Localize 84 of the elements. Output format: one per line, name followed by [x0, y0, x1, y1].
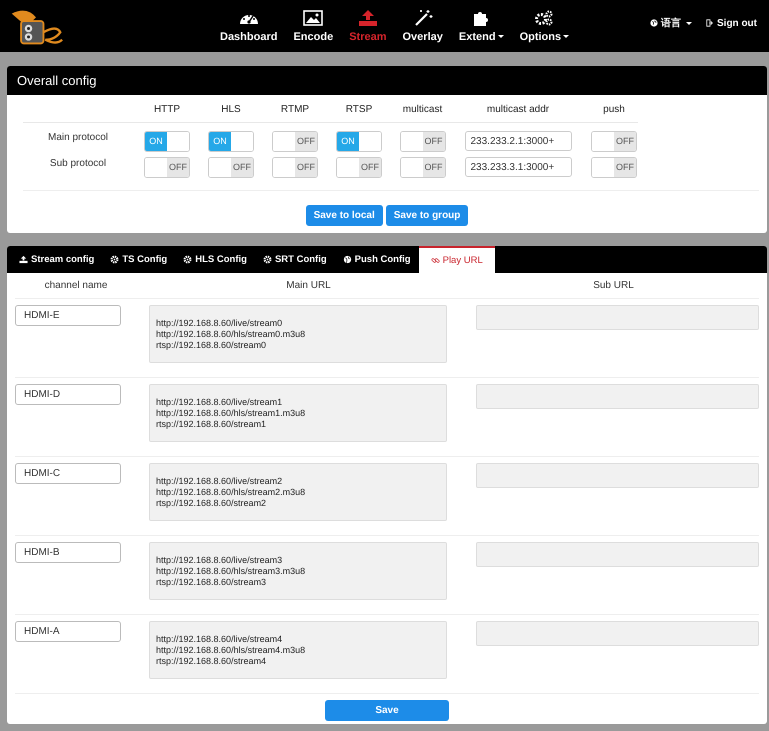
column-header: push — [602, 104, 626, 117]
sub-url-field[interactable] — [476, 305, 759, 330]
url-text: rtsp://192.168.8.60/stream0 — [156, 340, 268, 350]
url-text: http://192.168.8.60/hls/stream1.m3u8 — [156, 408, 306, 418]
tab[interactable]: Push Config — [334, 246, 419, 273]
url-text: rtsp://192.168.8.60/stream4 — [156, 656, 268, 666]
toggle-switch[interactable]: OFF — [336, 156, 382, 178]
multicast-address-field[interactable]: 233.233.2.1:3000+ — [464, 131, 572, 151]
url-text: http://192.168.8.60/hls/stream4.m3u8 — [156, 644, 306, 656]
tab[interactable]: TS Config — [102, 246, 176, 273]
link-icon — [430, 256, 440, 265]
url-text: rtsp://192.168.8.60/stream3 — [156, 576, 268, 588]
url-text: http://192.168.8.60/live/stream3 — [156, 554, 284, 566]
channel-name-field[interactable]: HDMI-E — [15, 305, 121, 326]
gear-icon — [110, 255, 120, 264]
globe-icon — [342, 255, 352, 264]
channel-name-field[interactable]: HDMI-C — [15, 463, 121, 484]
tab[interactable]: SRT Config — [254, 246, 335, 273]
globe-icon — [650, 19, 658, 27]
nav-label: Stream — [349, 30, 386, 42]
toggle-switch[interactable]: OFF — [208, 156, 254, 178]
tab[interactable]: Stream config — [11, 246, 102, 273]
nav-item[interactable]: Options — [512, 10, 578, 42]
nav-label: Options — [520, 30, 570, 42]
row-label: Main protocol — [46, 132, 110, 142]
nav-label: Dashboard — [220, 30, 278, 42]
magic-wand-icon — [412, 10, 433, 26]
url-text: http://192.168.8.60/live/stream0 — [156, 318, 284, 328]
column-header: HLS — [220, 104, 242, 117]
sign-out-link[interactable]: Sign out — [706, 16, 757, 30]
nav-item[interactable]: Extend — [450, 10, 512, 42]
column-header: RTSP — [344, 104, 374, 117]
column-header: multicast addr — [486, 104, 550, 117]
nav-item[interactable]: Encode — [285, 10, 342, 42]
toggle-switch[interactable]: OFF — [400, 130, 446, 152]
toggle-switch[interactable]: OFF — [591, 130, 637, 152]
upload-icon — [19, 255, 28, 264]
image-icon — [303, 10, 324, 26]
url-text: http://192.168.8.60/live/stream1 — [156, 396, 284, 408]
url-text: http://192.168.8.60/hls/stream2.m3u8 — [156, 486, 306, 498]
nav-item[interactable]: Dashboard — [212, 10, 286, 42]
toggle-switch[interactable]: OFF — [272, 130, 318, 152]
save-button[interactable]: Save to group — [386, 205, 468, 226]
nav-item[interactable]: Overlay — [394, 10, 451, 42]
language-menu[interactable]: 语言 — [650, 16, 692, 30]
column-header: Main URL — [285, 280, 332, 291]
url-text: http://192.168.8.60/live/stream2 — [156, 476, 284, 486]
tab[interactable]: HLS Config — [175, 246, 255, 273]
column-header: multicast — [402, 104, 444, 117]
upload-icon — [358, 10, 378, 26]
gear-icon — [183, 255, 192, 264]
nav-label: Overlay — [402, 30, 443, 42]
channel-name-field[interactable]: HDMI-D — [15, 384, 121, 405]
nav-label: Encode — [293, 30, 334, 42]
save-button[interactable]: Save to local — [306, 205, 383, 226]
column-header: Sub URL — [592, 280, 635, 291]
sign-out-icon — [706, 19, 714, 27]
sub-url-field[interactable] — [476, 463, 759, 488]
column-header: channel name — [44, 280, 108, 291]
url-text: rtsp://192.168.8.60/stream2 — [156, 498, 268, 508]
url-text: rtsp://192.168.8.60/stream1 — [156, 418, 268, 430]
nav-item[interactable]: Stream — [341, 10, 394, 42]
url-text: http://192.168.8.60/hls/stream3.m3u8 — [156, 566, 306, 576]
gears-icon — [534, 10, 554, 26]
toggle-switch[interactable]: OFF — [272, 156, 318, 178]
url-text: http://192.168.8.60/hls/stream0.m3u8 — [156, 328, 306, 340]
column-header: RTMP — [280, 104, 310, 117]
url-text: http://192.168.8.60/live/stream4 — [156, 634, 284, 644]
toggle-switch[interactable]: OFF — [591, 156, 637, 178]
channel-name-field[interactable]: HDMI-B — [15, 542, 121, 563]
channel-name-field[interactable]: HDMI-A — [15, 621, 121, 642]
column-header: HTTP — [152, 104, 182, 117]
sub-url-field[interactable] — [476, 621, 759, 646]
toggle-switch[interactable]: OFF — [400, 156, 446, 178]
tab[interactable]: Play URL — [418, 246, 495, 273]
gear-icon — [262, 255, 272, 264]
sub-url-field[interactable] — [476, 384, 759, 409]
panel-title: Overall config — [7, 66, 767, 95]
save-button[interactable]: Save — [325, 700, 449, 721]
multicast-address-field[interactable]: 233.233.3.1:3000+ — [464, 157, 572, 177]
sub-url-field[interactable] — [476, 542, 759, 567]
toggle-switch[interactable]: OFF — [144, 156, 190, 178]
row-label: Sub protocol — [48, 158, 108, 168]
nav-label: Extend — [458, 30, 504, 42]
